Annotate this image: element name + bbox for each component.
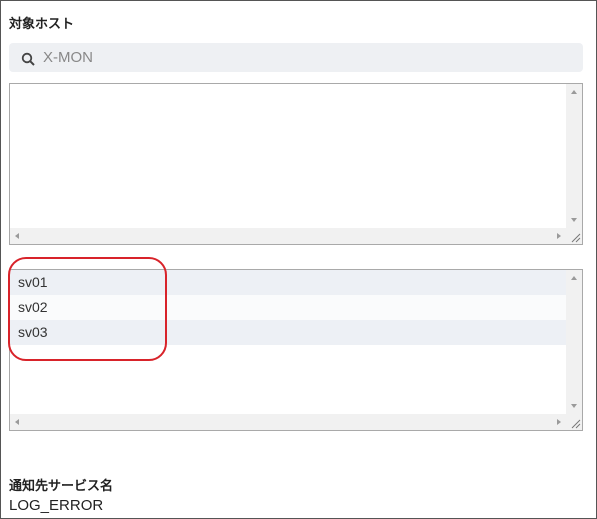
scroll-left-arrow-icon[interactable] <box>15 233 19 239</box>
scroll-left-arrow-icon[interactable] <box>15 419 19 425</box>
vertical-scrollbar[interactable] <box>566 84 582 228</box>
horizontal-scrollbar[interactable] <box>10 414 566 430</box>
resize-corner[interactable] <box>566 228 582 244</box>
list-item-sv02[interactable]: sv02 <box>10 295 566 320</box>
scroll-down-arrow-icon[interactable] <box>571 218 577 222</box>
scroll-up-arrow-icon[interactable] <box>571 276 577 280</box>
vertical-scrollbar[interactable] <box>566 270 582 414</box>
notify-service-value: LOG_ERROR <box>9 497 104 514</box>
target-hosts-title: 対象ホスト <box>9 17 75 32</box>
selected-hosts-content: sv01 sv02 sv03 <box>10 270 566 414</box>
resize-grip-icon[interactable] <box>569 231 581 243</box>
available-hosts-list[interactable] <box>9 83 583 245</box>
available-hosts-content <box>10 84 566 228</box>
list-item-sv01[interactable]: sv01 <box>10 270 566 295</box>
search-icon <box>21 51 35 66</box>
selected-hosts-list[interactable]: sv01 sv02 sv03 <box>9 269 583 431</box>
host-search-input[interactable] <box>41 48 565 67</box>
notify-service-title: 通知先サービス名 <box>9 479 114 494</box>
scroll-right-arrow-icon[interactable] <box>557 233 561 239</box>
resize-corner[interactable] <box>566 414 582 430</box>
scroll-up-arrow-icon[interactable] <box>571 90 577 94</box>
scroll-right-arrow-icon[interactable] <box>557 419 561 425</box>
scroll-down-arrow-icon[interactable] <box>571 404 577 408</box>
horizontal-scrollbar[interactable] <box>10 228 566 244</box>
list-item-sv03[interactable]: sv03 <box>10 320 566 345</box>
resize-grip-icon[interactable] <box>569 417 581 429</box>
form-panel: 対象ホスト sv01 sv02 s <box>0 0 597 519</box>
host-search-box[interactable] <box>9 43 583 72</box>
